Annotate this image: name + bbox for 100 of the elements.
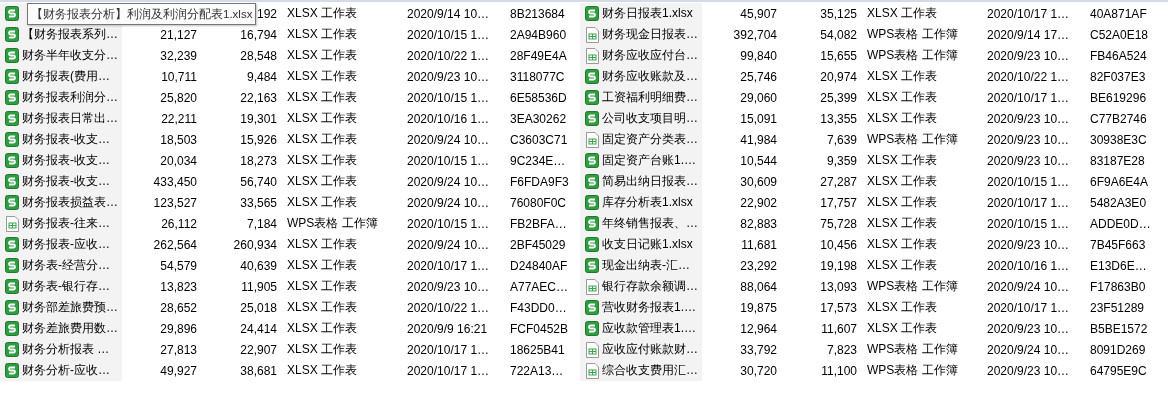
packed-size: 7,184 <box>246 216 277 231</box>
packed-size: 54,082 <box>820 27 857 42</box>
spreadsheet-icon <box>585 69 599 84</box>
file-type: XLSX 工作表 <box>287 363 358 377</box>
file-name[interactable]: 财务半年收支分… <box>22 47 118 64</box>
packed-size: 40,639 <box>240 258 277 273</box>
crc-value: B5BE1572 <box>1090 321 1148 336</box>
file-type: XLSX 工作表 <box>287 195 358 209</box>
file-name[interactable]: 现金出纳表-汇… <box>602 257 690 274</box>
file-name[interactable]: 固定资产台账1.… <box>602 152 696 169</box>
crc-value: BE619296 <box>1090 90 1147 105</box>
file-type: XLSX 工作表 <box>287 48 358 62</box>
file-name[interactable]: 应收款管理表1.… <box>602 320 696 337</box>
crc-value: 64795E9C <box>1090 363 1147 378</box>
packed-size: 9,484 <box>246 69 277 84</box>
file-name[interactable]: 财务报表-收支… <box>22 173 110 190</box>
file-name[interactable]: 财务应收应付台… <box>602 47 698 64</box>
crc-value: 82F037E3 <box>1090 69 1146 84</box>
file-size: 54,579 <box>160 258 197 273</box>
file-type: XLSX 工作表 <box>867 69 938 83</box>
file-name[interactable]: 简易出纳日报表… <box>602 173 698 190</box>
modified-date: 2020/10/15 1… <box>407 27 490 42</box>
spreadsheet-icon <box>5 6 19 21</box>
crc-value: 2BF45029 <box>510 237 566 252</box>
packed-size: 25,399 <box>820 90 857 105</box>
file-name[interactable]: 营收财务报表1.… <box>602 299 696 316</box>
file-name[interactable]: 固定资产分类表… <box>602 131 698 148</box>
modified-date: 2020/10/22 1… <box>407 300 490 315</box>
file-name[interactable]: 财务报表-应收… <box>22 236 110 253</box>
file-size: 13,823 <box>160 279 197 294</box>
crc-value: C3603C71 <box>510 132 568 147</box>
modified-date: 2020/10/15 1… <box>407 90 490 105</box>
file-name[interactable]: 财务报表(费用… <box>22 68 110 85</box>
file-name[interactable]: 财务报表-收支… <box>22 152 110 169</box>
crc-value: C77B2746 <box>1090 111 1147 126</box>
file-name[interactable]: 财务分析-应收… <box>22 362 110 379</box>
spreadsheet-icon <box>585 321 599 336</box>
packed-size: 10,456 <box>820 237 857 252</box>
crc-value: E13D6E… <box>1090 258 1147 273</box>
packed-size: 19,301 <box>240 111 277 126</box>
modified-date: 2020/10/17 1… <box>407 342 490 357</box>
file-type: XLSX 工作表 <box>867 321 938 335</box>
file-name[interactable]: 年终销售报表、… <box>602 215 698 232</box>
file-name[interactable]: 工资福利明细费… <box>602 89 698 106</box>
file-name[interactable]: 财务应收账款及… <box>602 68 698 85</box>
file-size: 41,984 <box>740 132 777 147</box>
spreadsheet-icon <box>5 111 19 126</box>
file-type: XLSX 工作表 <box>287 279 358 293</box>
file-name[interactable]: 【财务报表系列… <box>22 26 118 43</box>
file-size: 15,091 <box>740 111 777 126</box>
file-size: 49,927 <box>160 363 197 378</box>
file-name[interactable]: 财务报表-往来… <box>22 215 110 232</box>
file-type: XLSX 工作表 <box>867 195 938 209</box>
file-type: XLSX 工作表 <box>287 258 358 272</box>
file-type: WPS表格 工作簿 <box>867 363 958 377</box>
file-name[interactable]: 银行存款余额调… <box>602 278 698 295</box>
file-size: 28,652 <box>160 300 197 315</box>
packed-size: 15,926 <box>240 132 277 147</box>
modified-date: 2020/9/24 10… <box>407 132 490 147</box>
crc-value: FCF0452B <box>510 321 569 336</box>
file-name[interactable]: 财务报表-收支… <box>22 131 110 148</box>
spreadsheet-icon <box>5 237 19 252</box>
file-type: XLSX 工作表 <box>867 258 938 272</box>
spreadsheet-icon <box>5 153 19 168</box>
crc-value: D24840AF <box>510 258 568 273</box>
file-size: 99,840 <box>740 48 777 63</box>
crc-value: 18625B41 <box>510 342 565 357</box>
file-size: 10,711 <box>161 69 197 84</box>
file-name[interactable]: 财务表-银行存… <box>22 278 110 295</box>
crc-value: 2A94B960 <box>510 27 567 42</box>
file-type: XLSX 工作表 <box>287 237 358 251</box>
file-name[interactable]: 应收应付账款财… <box>602 341 698 358</box>
modified-date: 2020/10/15 1… <box>407 216 490 231</box>
file-size: 26,112 <box>161 216 197 231</box>
crc-value: 30938E3C <box>1090 132 1147 147</box>
file-name[interactable]: 财务差旅费用数… <box>22 320 118 337</box>
file-name[interactable]: 财务报表日常出… <box>22 110 118 127</box>
modified-date: 2020/10/17 1… <box>987 300 1070 315</box>
spreadsheet-icon <box>585 90 599 105</box>
packed-size: 192 <box>256 6 277 21</box>
file-name[interactable]: 财务报表损益表… <box>22 194 118 211</box>
spreadsheet-icon <box>585 195 599 210</box>
spreadsheet-icon <box>5 363 19 378</box>
file-name[interactable]: 财务分析报表 … <box>22 341 110 358</box>
file-name[interactable]: 收支日记账1.xlsx <box>602 236 693 253</box>
file-name[interactable]: 库存分析表1.xlsx <box>602 194 693 211</box>
file-name[interactable]: 财务部差旅费预… <box>22 299 118 316</box>
file-type: XLSX 工作表 <box>287 132 358 146</box>
crc-value: 9C234E… <box>510 153 566 168</box>
file-type: XLSX 工作表 <box>287 27 358 41</box>
file-name[interactable]: 财务表-经营分… <box>22 257 110 274</box>
file-name[interactable]: 财务日报表1.xlsx <box>602 5 693 22</box>
file-size: 10,544 <box>740 153 777 168</box>
file-name[interactable]: 财务报表利润分… <box>22 89 118 106</box>
file-name[interactable]: 公司收支项目明… <box>602 110 698 127</box>
file-name[interactable]: 财务现金日报表… <box>602 26 698 43</box>
file-size: 22,211 <box>161 111 197 126</box>
file-name[interactable]: 综合收支费用汇… <box>602 362 698 379</box>
file-type: XLSX 工作表 <box>287 6 358 20</box>
file-type: XLSX 工作表 <box>867 111 938 125</box>
